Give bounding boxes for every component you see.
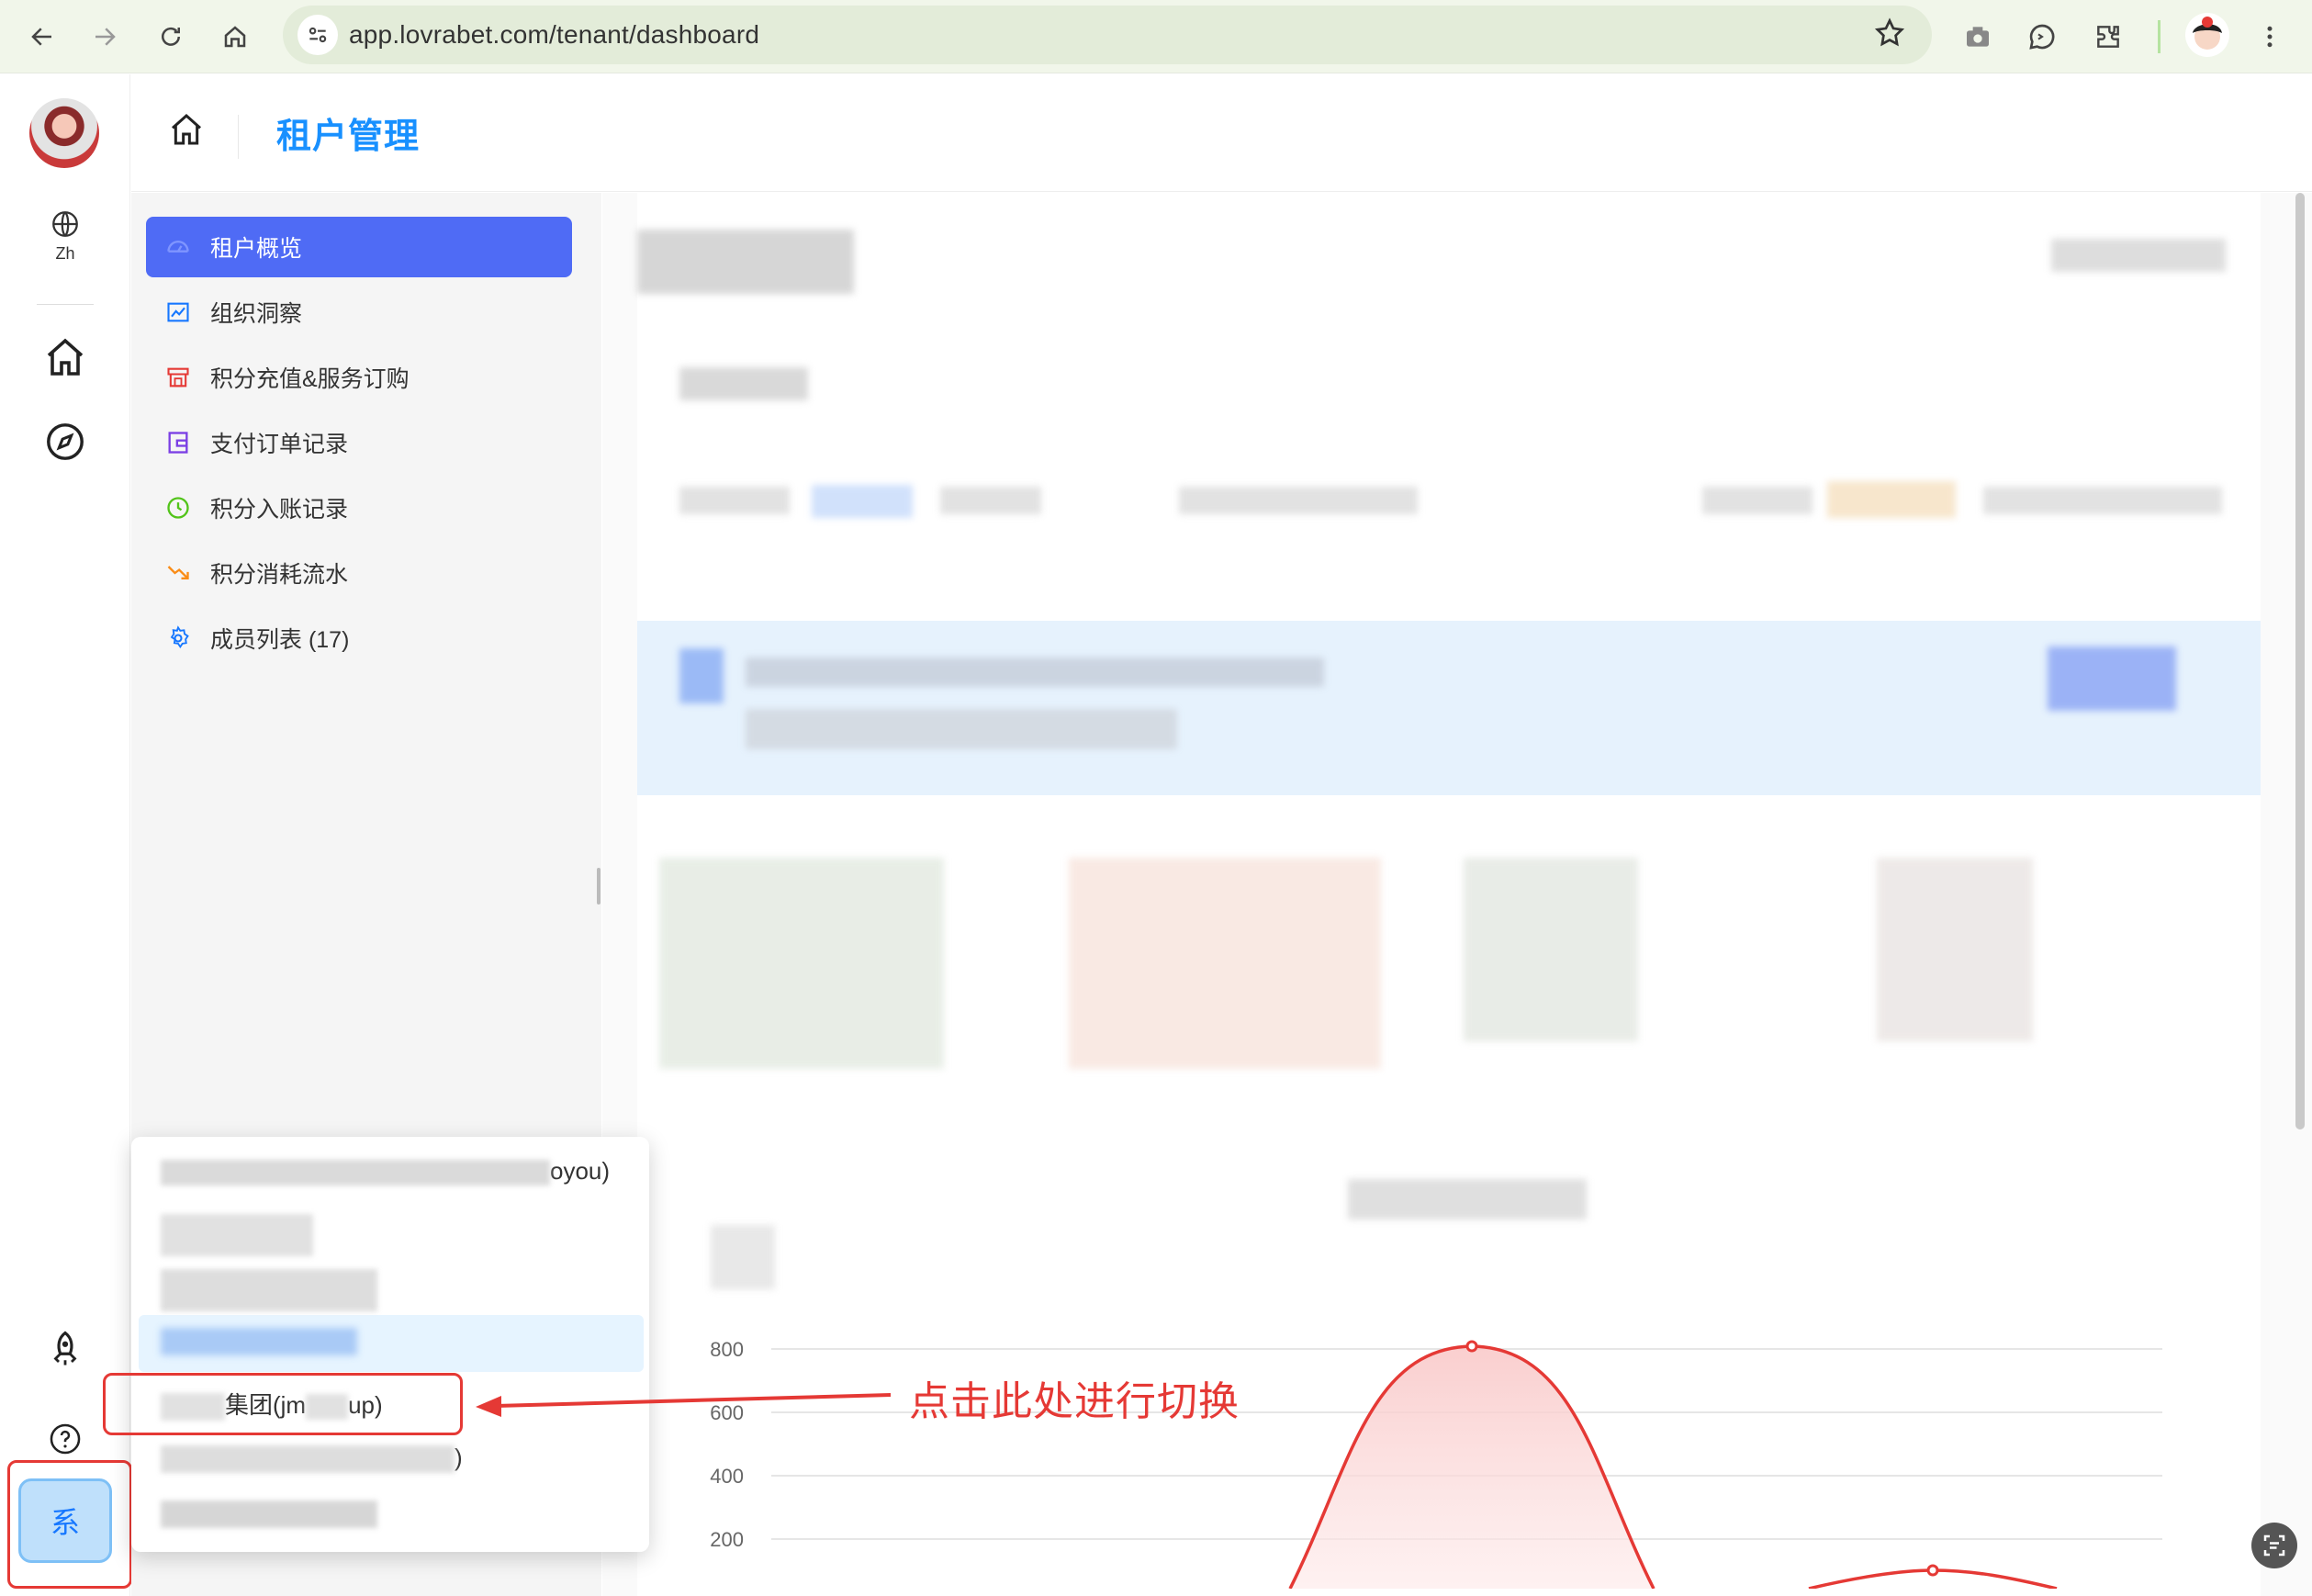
clock-icon <box>164 494 192 522</box>
sidebar-item-points-income[interactable]: 积分入账记录 <box>146 478 572 538</box>
data-point[interactable] <box>1465 1340 1478 1353</box>
toolbar-divider <box>2158 20 2160 53</box>
sidebar-item-label: 积分充值&服务订购 <box>210 366 410 392</box>
tenant-name-tail: ) <box>455 1444 463 1471</box>
sidebar-item-label: 积分消耗流水 <box>210 562 349 588</box>
obscured-field <box>1827 481 1956 518</box>
obscured-tenant-name <box>161 1214 313 1256</box>
language-switcher[interactable]: Zh <box>42 208 88 264</box>
obscured-banner-text <box>746 658 1324 687</box>
obscured-tenant-name <box>161 1328 357 1355</box>
back-icon[interactable] <box>18 13 66 61</box>
dropdown-item[interactable]: oyou) <box>161 1157 610 1186</box>
forward-icon[interactable] <box>81 13 129 61</box>
annotation-arrow <box>476 1393 892 1417</box>
sidebar-item-label: 组织洞察 <box>210 301 303 327</box>
dashboard-icon <box>164 233 192 261</box>
sidebar-item-label: 支付订单记录 <box>210 432 349 457</box>
trend-down-icon <box>164 559 192 587</box>
obscured-banner-text <box>746 709 1177 749</box>
browser-toolbar: app.lovrabet.com/tenant/dashboard <box>0 0 2312 73</box>
obscured-tenant-name <box>161 1269 377 1311</box>
y-tick-label: 200 <box>710 1528 744 1551</box>
data-point[interactable] <box>1926 1564 1939 1577</box>
sidebar-item-overview[interactable]: 租户概览 <box>146 217 572 277</box>
obscured-field <box>1983 487 2222 514</box>
browser-menu-icon[interactable] <box>2246 13 2294 61</box>
obscured-tenant-name <box>161 1500 377 1528</box>
dropdown-item[interactable] <box>161 1500 377 1534</box>
browser-profile-avatar[interactable] <box>2185 13 2229 57</box>
tenant-switch-dropdown: oyou) 集团(jm up) ) <box>131 1137 649 1552</box>
wallet-icon <box>164 429 192 456</box>
target-tenant-highlight-box <box>103 1373 463 1435</box>
info-banner <box>637 621 2261 795</box>
page-title: 租户管理 <box>276 118 421 156</box>
address-bar[interactable]: app.lovrabet.com/tenant/dashboard <box>283 6 1932 64</box>
extensions-puzzle-icon[interactable] <box>2084 13 2132 61</box>
obscured-stat-card <box>1877 858 2033 1041</box>
obscured-banner-icon <box>679 648 724 703</box>
url-text[interactable]: app.lovrabet.com/tenant/dashboard <box>349 20 759 50</box>
language-label: Zh <box>55 244 75 263</box>
dropdown-item[interactable] <box>161 1269 377 1318</box>
obscured-field <box>812 485 913 518</box>
home-icon[interactable] <box>39 332 91 383</box>
rail-divider <box>37 304 94 305</box>
help-icon[interactable] <box>39 1413 91 1465</box>
sidebar-item-label: 积分入账记录 <box>210 497 349 523</box>
sidebar-item-payment-orders[interactable]: 支付订单记录 <box>146 412 572 473</box>
obscured-title <box>637 230 854 294</box>
dropdown-item[interactable] <box>161 1214 313 1263</box>
obscured-chart-legend <box>711 1225 775 1289</box>
obscured-stat-card <box>659 858 944 1069</box>
sidebar-item-recharge[interactable]: 积分充值&服务订购 <box>146 347 572 408</box>
obscured-field <box>679 487 790 514</box>
obscured-chart-title <box>1348 1179 1587 1219</box>
page-header: 租户管理 <box>131 74 2312 192</box>
compass-icon[interactable] <box>39 416 91 467</box>
obscured-banner-button <box>2048 646 2176 711</box>
obscured-field <box>940 487 1041 514</box>
rocket-icon[interactable] <box>39 1323 91 1375</box>
dropdown-item[interactable] <box>161 1328 357 1362</box>
sidebar-item-members[interactable]: 成员列表 (17) <box>146 608 572 669</box>
sidebar-resize-handle[interactable] <box>597 868 600 905</box>
obscured-field <box>1179 487 1418 514</box>
shop-icon <box>164 364 192 391</box>
obscured-header-action <box>2051 239 2226 272</box>
extension-chat-icon[interactable] <box>2018 13 2066 61</box>
dropdown-item[interactable]: ) <box>161 1444 463 1474</box>
home-icon[interactable] <box>211 13 259 61</box>
app-rail: Zh <box>0 74 130 1596</box>
y-tick-label: 400 <box>710 1465 744 1488</box>
sidebar-item-org-insights[interactable]: 组织洞察 <box>146 282 572 343</box>
content-scrollbar[interactable] <box>2295 193 2305 1130</box>
obscured-stat-card <box>1464 858 1638 1041</box>
obscured-tenant-name <box>161 1160 550 1186</box>
sidebar-item-label: 成员列表 (17) <box>210 627 350 653</box>
reload-icon[interactable] <box>147 13 195 61</box>
y-tick-label: 800 <box>710 1338 744 1361</box>
globe-icon <box>52 211 78 237</box>
bookmark-star-icon[interactable] <box>1873 17 1906 54</box>
home-icon[interactable] <box>168 111 205 152</box>
header-divider <box>238 115 239 159</box>
annotation-text: 点击此处进行切换 <box>909 1379 1240 1424</box>
tenant-switch-button[interactable]: 系 <box>18 1478 112 1563</box>
obscured-tenant-name <box>161 1445 455 1474</box>
screenshot-tool-icon[interactable] <box>2251 1523 2297 1568</box>
obscured-field <box>1702 487 1813 514</box>
sidebar-item-points-usage[interactable]: 积分消耗流水 <box>146 543 572 603</box>
points-usage-chart: 800 600 400 200 <box>710 1338 2162 1589</box>
obscured-stat-card <box>1069 858 1381 1069</box>
camera-icon[interactable] <box>1954 13 2002 61</box>
user-avatar[interactable] <box>29 98 99 168</box>
obscured-section-title <box>679 367 808 400</box>
site-settings-icon[interactable] <box>297 15 338 55</box>
line-chart-icon <box>164 298 192 326</box>
tenant-name-tail: oyou) <box>550 1157 611 1185</box>
gear-icon <box>164 624 192 652</box>
sidebar-item-label: 租户概览 <box>210 236 303 262</box>
